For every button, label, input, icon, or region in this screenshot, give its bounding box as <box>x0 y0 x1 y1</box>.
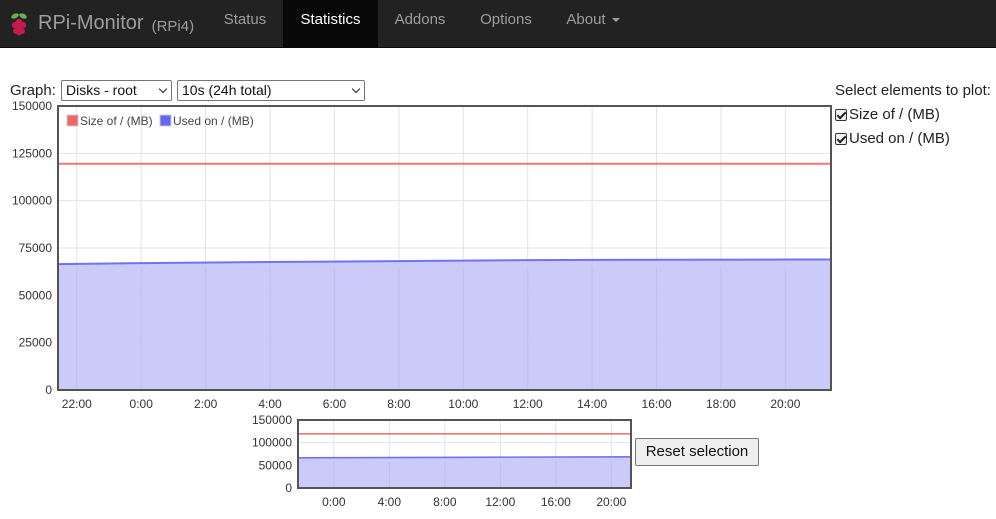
legend-size-swatch <box>66 114 79 127</box>
x-tick-label: 14:00 <box>577 397 607 411</box>
range-select-value: 10s (24h total) <box>182 82 272 98</box>
legend-size-label: Size of / (MB) <box>80 114 153 128</box>
x-tick-label: 18:00 <box>706 397 736 411</box>
x-tick-label: 10:00 <box>448 397 478 411</box>
caret-down-icon <box>611 18 620 23</box>
y-tick-label: 150000 <box>252 413 292 427</box>
nav-options[interactable]: Options <box>468 0 544 47</box>
brand-hostname: (RPi4) <box>151 18 195 35</box>
navbar: RPi-Monitor (RPi4) Status Statistics Add… <box>0 0 996 48</box>
used-series-area <box>298 456 631 488</box>
x-tick-label: 0:00 <box>322 495 346 509</box>
y-tick-label: 100000 <box>12 194 52 208</box>
nav-status[interactable]: Status <box>210 0 280 47</box>
y-tick-label: 75000 <box>19 241 53 255</box>
nav-about-dropdown[interactable]: About <box>556 0 630 47</box>
x-tick-label: 16:00 <box>642 397 672 411</box>
used-series-area <box>58 259 831 390</box>
x-tick-label: 12:00 <box>485 495 515 509</box>
x-tick-label: 20:00 <box>770 397 800 411</box>
x-tick-label: 4:00 <box>378 495 402 509</box>
used-series-line <box>297 455 632 459</box>
y-tick-label: 0 <box>285 481 292 495</box>
overview-chart[interactable]: 0 50000 100000 150000 0:00 4:00 8:00 12:00 16:00… <box>250 410 640 519</box>
nav-statistics[interactable]: Statistics <box>283 0 378 47</box>
nav-addons[interactable]: Addons <box>382 0 458 47</box>
nav-about-label: About <box>566 11 606 28</box>
x-tick-label: 8:00 <box>387 397 411 411</box>
x-tick-label: 16:00 <box>541 495 571 509</box>
size-checkbox-label: Size of / (MB) <box>849 106 940 123</box>
reset-selection-button[interactable]: Reset selection <box>635 438 759 466</box>
x-tick-label: 22:00 <box>62 397 92 411</box>
x-tick-label: 2:00 <box>194 397 218 411</box>
x-tick-label: 0:00 <box>130 397 154 411</box>
chevron-down-icon <box>158 84 168 94</box>
graph-select-value: Disks - root <box>66 82 137 98</box>
y-tick-label: 25000 <box>19 336 53 350</box>
main-chart[interactable]: 0 25000 50000 75000 100000 125000 150000 22:00 0… <box>0 100 840 420</box>
brand-link[interactable]: RPi-Monitor (RPi4) <box>8 0 194 47</box>
nav-options-label: Options <box>480 11 532 28</box>
legend-used-label: Used on / (MB) <box>173 114 254 128</box>
x-tick-label: 4:00 <box>258 397 282 411</box>
y-tick-label: 50000 <box>19 288 53 302</box>
y-tick-label: 0 <box>45 383 52 397</box>
x-tick-label: 20:00 <box>596 495 626 509</box>
used-checkbox-label: Used on / (MB) <box>849 130 950 147</box>
graph-select[interactable]: Disks - root <box>61 80 172 101</box>
y-tick-label: 100000 <box>252 436 292 450</box>
element-option-used: Used on / (MB) <box>835 130 950 147</box>
element-option-size: Size of / (MB) <box>835 106 940 123</box>
nav-statistics-label: Statistics <box>300 11 361 28</box>
legend-used-swatch <box>159 114 172 127</box>
x-tick-label: 12:00 <box>513 397 543 411</box>
nav-status-label: Status <box>223 11 267 28</box>
y-tick-label: 50000 <box>259 458 293 472</box>
plot-elements-title: Select elements to plot: <box>835 82 991 99</box>
graph-label: Graph: <box>10 82 56 99</box>
x-tick-label: 8:00 <box>433 495 457 509</box>
x-tick-label: 6:00 <box>323 397 347 411</box>
y-tick-label: 150000 <box>12 100 52 113</box>
chevron-down-icon <box>351 84 361 94</box>
nav-addons-label: Addons <box>394 11 446 28</box>
brand-name: RPi-Monitor <box>38 12 144 34</box>
y-tick-label: 125000 <box>12 146 52 160</box>
range-select[interactable]: 10s (24h total) <box>177 80 365 101</box>
raspberry-logo-icon <box>11 12 27 35</box>
